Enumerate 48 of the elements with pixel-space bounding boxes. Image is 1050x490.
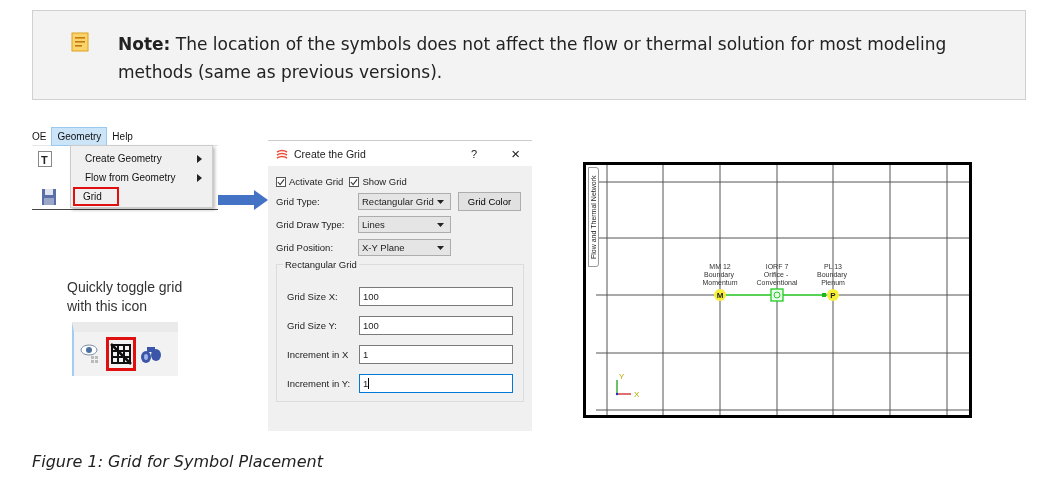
field-label: Increment in X bbox=[287, 349, 350, 360]
dialog-title: Create the Grid bbox=[294, 147, 367, 160]
note-icon bbox=[71, 32, 89, 52]
arrow-icon bbox=[218, 190, 268, 210]
field-label: Grid Size Y: bbox=[287, 320, 338, 331]
field-label: Grid Draw Type: bbox=[276, 219, 346, 230]
group-title: Rectangular Grid bbox=[283, 259, 359, 270]
menu-item[interactable]: Flow from Geometry bbox=[73, 168, 212, 187]
menu-bar-item[interactable]: OE bbox=[32, 128, 52, 145]
field-label: Grid Position: bbox=[276, 242, 335, 253]
checkbox[interactable] bbox=[276, 176, 286, 187]
dropdown-field[interactable]: Lines bbox=[358, 216, 451, 233]
node-symbol[interactable]: P bbox=[827, 289, 839, 301]
menu-item[interactable]: Create Geometry bbox=[73, 149, 212, 168]
dropdown-field[interactable]: Rectangular Grid bbox=[358, 193, 451, 210]
node-symbol[interactable]: M bbox=[714, 289, 726, 301]
input-field[interactable]: 1 bbox=[359, 345, 513, 364]
save-icon[interactable] bbox=[41, 187, 57, 207]
input-field[interactable]: 1 bbox=[359, 374, 513, 393]
caret-icon bbox=[437, 199, 444, 204]
caret-icon bbox=[437, 222, 444, 227]
hint-text: Quickly toggle grid with this icon bbox=[67, 278, 184, 316]
menu-bar-item[interactable]: Help bbox=[107, 128, 138, 145]
checkbox-label: Show Grid bbox=[362, 176, 407, 187]
axis-triad-icon bbox=[615, 379, 632, 396]
grid-off-icon bbox=[110, 343, 132, 365]
field-label: Grid Size X: bbox=[287, 291, 339, 302]
input-field[interactable]: 100 bbox=[359, 316, 513, 335]
note-text: Note: The location of the symbols does not affect the flow or thermal solution for most modeling methods (same as previous versions). bbox=[118, 33, 948, 84]
help-button[interactable]: ? bbox=[471, 147, 478, 160]
figure-caption: Figure 1: Grid for Symbol Placement bbox=[32, 452, 325, 471]
grid-color-button[interactable]: Grid Color bbox=[458, 192, 521, 211]
field-label: Grid Type: bbox=[276, 196, 321, 207]
checkbox[interactable] bbox=[349, 176, 360, 187]
input-field[interactable]: 100 bbox=[359, 287, 513, 306]
toolbar-field[interactable]: T bbox=[38, 151, 52, 167]
checkbox-label: Activate Grid bbox=[289, 176, 344, 187]
close-button[interactable]: × bbox=[511, 145, 520, 162]
axis-label: X bbox=[634, 390, 640, 399]
menu-item[interactable]: Grid bbox=[73, 187, 119, 206]
field-label: Increment in Y: bbox=[287, 378, 352, 389]
grid-toggle-button[interactable] bbox=[106, 337, 136, 371]
app-icon bbox=[276, 148, 288, 159]
caret-icon bbox=[437, 245, 444, 250]
arrowhead-icon bbox=[822, 293, 826, 297]
menu-bar-item[interactable]: Geometry bbox=[51, 127, 108, 146]
dropdown-field[interactable]: X-Y Plane bbox=[358, 239, 451, 256]
axis-label: Y bbox=[619, 372, 625, 381]
